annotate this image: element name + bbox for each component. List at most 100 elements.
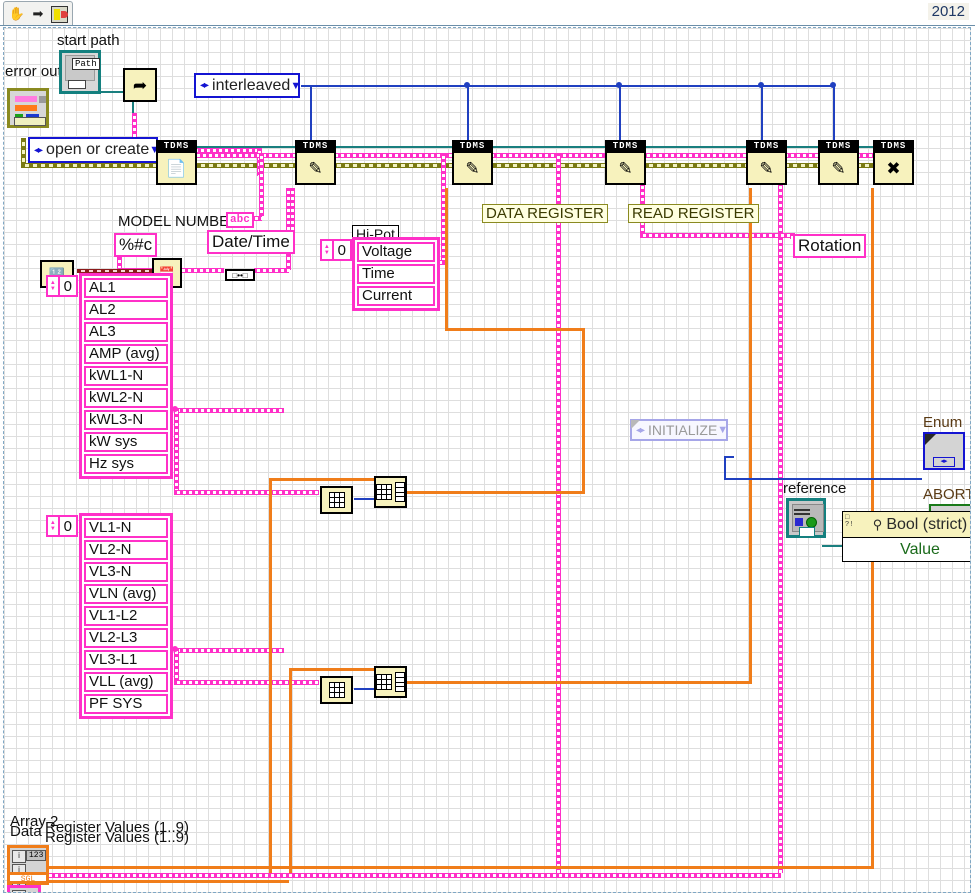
toolbar-divider [0, 25, 975, 26]
tdms-open-node[interactable]: TDMS 📄 [156, 140, 197, 185]
format-string-constant[interactable]: %#c [114, 233, 158, 257]
path-type-tag: Path [72, 58, 100, 70]
spinner-icon[interactable]: ▲ ▼ [322, 241, 334, 259]
list-item[interactable]: kWL3-N [84, 410, 168, 430]
list-item[interactable]: AMP (avg) [84, 344, 168, 364]
hipot-string-array[interactable]: Voltage Time Current [352, 237, 440, 311]
read-register-label: READ REGISTER [628, 204, 759, 223]
list-item[interactable]: kWL2-N [84, 388, 168, 408]
wire-error-down [21, 138, 26, 165]
list-item[interactable]: VLN (avg) [84, 584, 168, 604]
list-item[interactable]: VL2-L3 [84, 628, 168, 648]
tdms-write-node-2[interactable]: TDMS ✎ [452, 140, 493, 185]
list-item[interactable]: VL3-N [84, 562, 168, 582]
wire-pink-amp-v [174, 408, 179, 493]
list-item[interactable]: VLL (avg) [84, 672, 168, 692]
sgl-type-terminal[interactable]: SGL [7, 872, 49, 884]
property-node-value-row[interactable]: Value ▶ [843, 538, 970, 561]
list-item[interactable]: VL1-N [84, 518, 168, 538]
wire-junction-dot-4 [830, 82, 836, 88]
list-item[interactable]: kWL1-N [84, 366, 168, 386]
volts-string-array[interactable]: VL1-N VL2-N VL3-N VLN (avg) VL1-L2 VL2-L… [79, 513, 173, 719]
labview-block-diagram-window: ✋ ➡ 2012 start path error out Path ➦ ◂▸ … [0, 0, 975, 895]
array-bars-icon [395, 672, 405, 692]
tdms-node-caption: TDMS [873, 140, 914, 153]
list-item[interactable]: kW sys [84, 432, 168, 452]
wire-orange-to-writer-1 [445, 188, 448, 331]
toolbar-tab[interactable]: ✋ ➡ [3, 1, 73, 26]
list-item[interactable]: AL3 [84, 322, 168, 342]
spinner-icon[interactable]: ▲ ▼ [48, 517, 60, 535]
list-item[interactable]: Time [357, 264, 435, 284]
chevron-down-icon: ▼ [290, 79, 302, 92]
array-grid-icon [376, 674, 392, 690]
numeric-type-badge: 123 [26, 850, 47, 861]
error-out-label: error out [5, 63, 62, 80]
list-item[interactable]: VL3-L1 [84, 650, 168, 670]
list-item[interactable]: Voltage [357, 242, 435, 262]
tdms-node-caption: TDMS [605, 140, 646, 153]
tdms-write-node-5[interactable]: TDMS ✎ [818, 140, 859, 185]
index-array-node-amps[interactable] [320, 486, 353, 514]
build-path-icon: ➦ [132, 75, 148, 95]
wire-orange-left-riser-1 [269, 478, 272, 878]
model-number-string-terminal[interactable]: abc [226, 212, 254, 228]
tdms-write-node-1[interactable]: TDMS ✎ [295, 140, 336, 185]
tdms-write-node-3[interactable]: TDMS ✎ [605, 140, 646, 185]
start-path-control[interactable]: Path [59, 50, 101, 94]
ring-arrows-icon: ◂▸ [34, 144, 43, 156]
amps-string-array[interactable]: AL1 AL2 AL3 AMP (avg) kWL1-N kWL2-N kWL3… [79, 273, 173, 479]
wire-pink-rotation-h [640, 233, 792, 238]
chevron-down-icon: ▼ [717, 424, 729, 436]
error-icon-bar-5 [39, 96, 46, 103]
list-item[interactable]: VL2-N [84, 540, 168, 560]
interleaved-ring-control[interactable]: ◂▸ interleaved ▼ [194, 73, 302, 98]
control-reference-node[interactable] [786, 498, 826, 538]
wire-blue-init-v [724, 456, 726, 478]
tdms-write-node-4[interactable]: TDMS ✎ [746, 140, 787, 185]
spinner-icon[interactable]: ▲ ▼ [48, 277, 60, 295]
list-item[interactable]: AL1 [84, 278, 168, 298]
rotation-string-constant[interactable]: Rotation [793, 234, 867, 258]
list-item[interactable]: Current [357, 286, 435, 306]
error-out-terminal[interactable] [7, 88, 49, 128]
tdms-write-icon: ✎ [818, 153, 859, 185]
list-item[interactable]: Hz sys [84, 454, 168, 474]
wire-junction-dot-2 [616, 82, 622, 88]
list-item[interactable]: VL1-L2 [84, 606, 168, 626]
initialize-ring-control[interactable]: ◂▸ INITIALIZE ▼ [630, 419, 728, 441]
tdms-close-node[interactable]: TDMS ✖ [873, 140, 914, 185]
index-k: k [12, 890, 26, 892]
volts-array-index-display[interactable]: ▲ ▼ 0 [46, 515, 78, 537]
list-item[interactable]: AL2 [84, 300, 168, 320]
wire-orange-amp-top [448, 328, 584, 331]
hipot-index-display[interactable]: ▲ ▼ 0 [320, 239, 352, 261]
build-array-node-volts[interactable] [374, 666, 407, 698]
model-number-label: MODEL NUMBER [118, 213, 240, 230]
concatenate-node[interactable]: □••□ [225, 269, 255, 281]
open-or-create-ring-control[interactable]: ◂▸ open or create ▼ [28, 137, 160, 163]
tdms-write-icon: ✎ [452, 153, 493, 185]
tdms-node-caption: TDMS [295, 140, 336, 153]
enum-indicator[interactable]: ◂▸ [923, 432, 965, 470]
amps-array-index-display[interactable]: ▲ ▼ 0 [46, 275, 78, 297]
date-time-constant[interactable]: Date/Time [207, 230, 295, 254]
vi-icon[interactable] [50, 5, 68, 23]
wrench-icon: ⚲ [872, 516, 883, 532]
property-node-pin-left: □?! [845, 514, 854, 529]
build-array-node-amps[interactable] [374, 476, 407, 508]
wire-orange-bottom-2 [44, 880, 289, 883]
array-terminal-string[interactable]: k abc [7, 885, 41, 892]
wire-orange-bottom-1 [44, 866, 874, 869]
hand-tool-icon[interactable]: ✋ [8, 5, 25, 24]
build-path-node[interactable]: ➦ [123, 68, 157, 102]
block-diagram-canvas[interactable]: start path error out Path ➦ ◂▸ interleav… [3, 27, 971, 893]
index-array-node-volts[interactable] [320, 676, 353, 704]
index-i: i [12, 850, 26, 863]
tdms-write-icon: ✎ [746, 153, 787, 185]
right-arrow-icon[interactable]: ➡ [29, 5, 46, 24]
array-grid-icon [328, 492, 345, 508]
list-item[interactable]: PF SYS [84, 694, 168, 714]
boolean-property-node[interactable]: ⚲ Bool (strict) Value ▶ □?! □?! [842, 511, 970, 562]
concat-icon: □••□ [232, 270, 248, 280]
